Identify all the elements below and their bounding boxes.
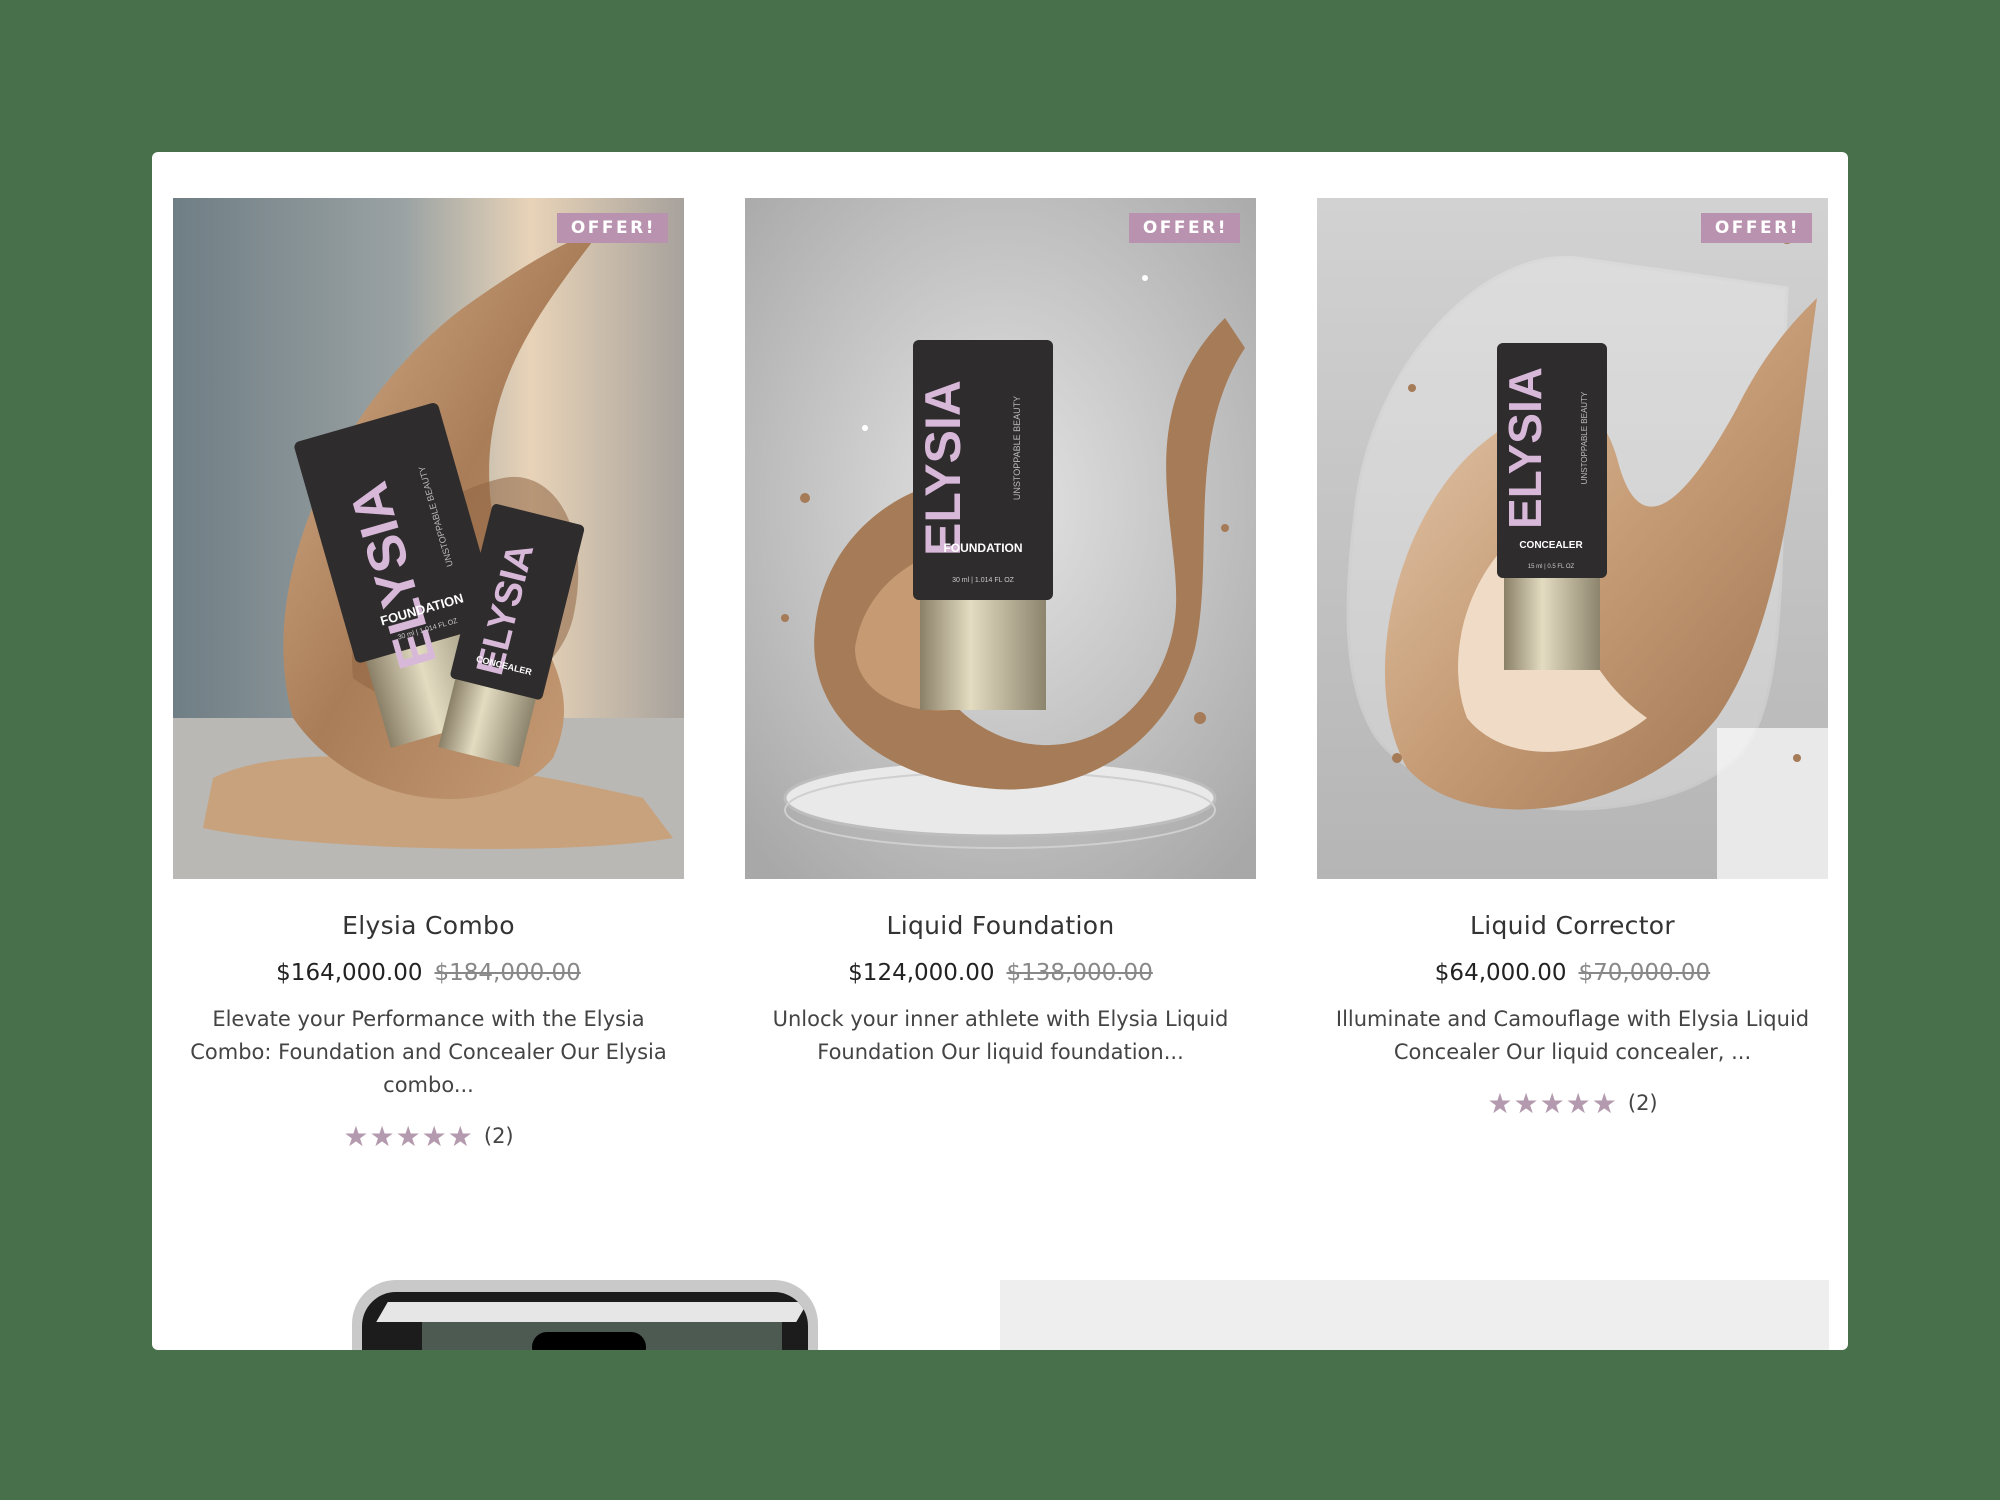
price-row: $164,000.00 $184,000.00 [173,960,684,986]
product-description: Unlock your inner athlete with Elysia Li… [772,1007,1229,1064]
star-rating-icon: ★★★★★ [1487,1087,1618,1120]
product-title[interactable]: Liquid Corrector [1317,911,1828,940]
product-title[interactable]: Liquid Foundation [745,911,1256,940]
review-count: (2) [1627,1091,1658,1115]
product-image[interactable]: ELYSIA UNSTOPPABLE BEAUTY FOUNDATION 30 … [745,198,1256,879]
svg-text:ELYSIA: ELYSIA [915,380,971,556]
compare-price: $70,000.00 [1578,960,1711,986]
svg-text:FOUNDATION: FOUNDATION [943,541,1022,555]
compare-price: $184,000.00 [434,960,581,986]
star-rating-icon: ★★★★★ [343,1120,474,1153]
sale-price: $64,000.00 [1434,960,1567,986]
product-card[interactable]: ELYSIA UNSTOPPABLE BEAUTY CONCEALER 15 m… [1317,198,1828,1120]
svg-text:15 ml | 0.5 FL OZ: 15 ml | 0.5 FL OZ [1528,564,1575,570]
review-count: (2) [483,1124,514,1148]
sale-price: $164,000.00 [276,960,423,986]
svg-text:CONCEALER: CONCEALER [1519,540,1583,551]
price-row: $124,000.00 $138,000.00 [745,960,1256,986]
svg-text:30 ml | 1.014 FL OZ: 30 ml | 1.014 FL OZ [952,577,1015,584]
product-photo: ELYSIA UNSTOPPABLE BEAUTY CONCEALER 15 m… [1317,198,1828,879]
product-grid-page: ELYSIA UNSTOPPABLE BEAUTY FOUNDATION 30 … [152,152,1848,1350]
product-photo: ELYSIA UNSTOPPABLE BEAUTY FOUNDATION 30 … [173,198,684,879]
product-photo: ELYSIA UNSTOPPABLE BEAUTY FOUNDATION 30 … [745,198,1256,879]
offer-badge: OFFER! [1128,213,1240,243]
offer-badge: OFFER! [1700,213,1812,243]
product-description: Elevate your Performance with the Elysia… [190,1007,667,1097]
rating[interactable]: ★★★★★ (2) [1317,1087,1828,1120]
svg-text:ELYSIA: ELYSIA [1499,367,1551,529]
content-panel [1000,1280,1829,1350]
svg-text:UNSTOPPABLE BEAUTY: UNSTOPPABLE BEAUTY [1580,391,1589,484]
phone-mockup-image [352,1280,818,1350]
product-description: Illuminate and Camouflage with Elysia Li… [1335,1007,1810,1064]
phone-notch [532,1332,646,1350]
product-title[interactable]: Elysia Combo [173,911,684,940]
product-card[interactable]: ELYSIA UNSTOPPABLE BEAUTY FOUNDATION 30 … [745,198,1256,1069]
product-image[interactable]: ELYSIA UNSTOPPABLE BEAUTY FOUNDATION 30 … [173,198,684,879]
product-image[interactable]: ELYSIA UNSTOPPABLE BEAUTY CONCEALER 15 m… [1317,198,1828,879]
phone-screen [362,1292,808,1350]
svg-text:UNSTOPPABLE BEAUTY: UNSTOPPABLE BEAUTY [1012,396,1022,500]
sale-price: $124,000.00 [848,960,995,986]
rating[interactable]: ★★★★★ (2) [173,1120,684,1153]
price-row: $64,000.00 $70,000.00 [1317,960,1828,986]
offer-badge: OFFER! [556,213,668,243]
product-card[interactable]: ELYSIA UNSTOPPABLE BEAUTY FOUNDATION 30 … [173,198,684,1153]
compare-price: $138,000.00 [1006,960,1153,986]
